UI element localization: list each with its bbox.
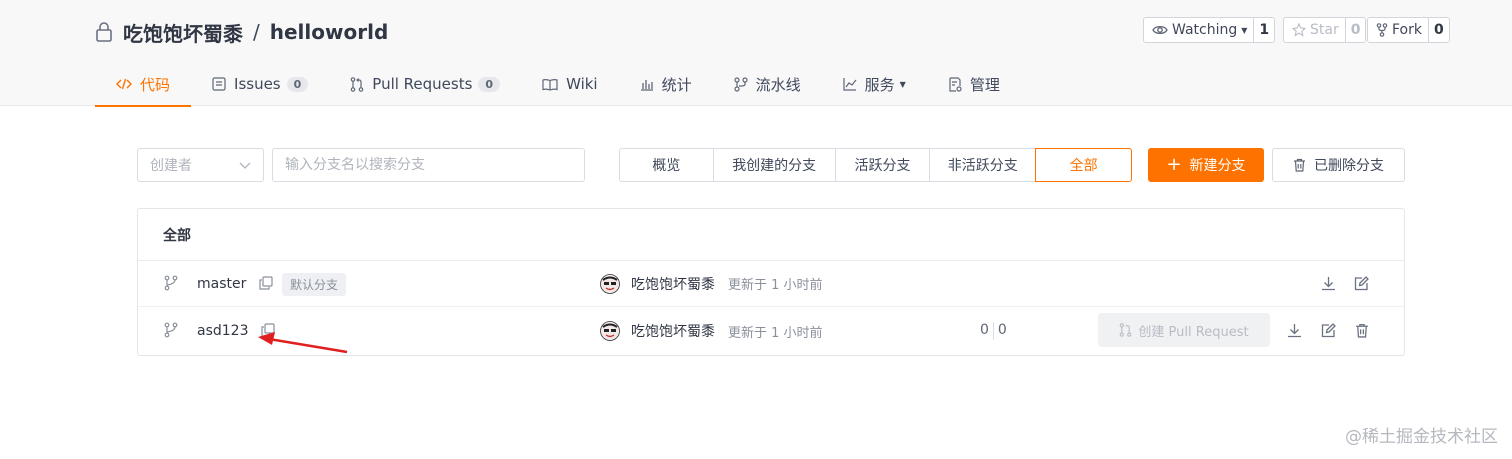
watch-count[interactable]: 1 <box>1253 18 1274 42</box>
pull-request-icon <box>1120 323 1132 337</box>
star-count[interactable]: 0 <box>1344 18 1366 42</box>
segment-overview[interactable]: 概览 <box>619 148 714 182</box>
updated-time: 更新于 1 小时前 <box>728 325 823 341</box>
repo-owner-link[interactable]: 吃饱饱坏蜀黍 <box>123 18 243 47</box>
ahead-count: 0 <box>997 322 1007 338</box>
branch-name-link[interactable]: master <box>197 276 246 292</box>
pull-request-icon <box>350 76 364 92</box>
avatar[interactable] <box>600 274 620 294</box>
deleted-branches-button[interactable]: 已删除分支 <box>1272 148 1405 182</box>
tab-manage[interactable]: 管理 <box>927 62 1021 106</box>
new-branch-label: 新建分支 <box>1189 158 1246 174</box>
branch-list-header: 全部 <box>138 209 1404 261</box>
issues-count-badge: 0 <box>286 76 309 92</box>
caret-down-icon: ▼ <box>1241 25 1248 35</box>
issues-icon <box>212 77 226 91</box>
fork-label: Fork <box>1392 22 1422 38</box>
watch-label: Watching <box>1172 22 1238 38</box>
segment-my-branches[interactable]: 我创建的分支 <box>712 148 836 182</box>
branch-view-segments: 概览 我创建的分支 活跃分支 非活跃分支 全部 <box>619 148 1132 182</box>
star-label: Star <box>1310 22 1339 38</box>
fork-count[interactable]: 0 <box>1427 18 1449 42</box>
tab-label: 统计 <box>661 75 692 94</box>
tab-label: 管理 <box>969 75 1000 94</box>
updated-time: 更新于 1 小时前 <box>728 278 823 293</box>
code-icon <box>116 78 132 90</box>
new-branch-button[interactable]: + 新建分支 <box>1148 148 1264 182</box>
tab-issues[interactable]: Issues 0 <box>191 62 329 106</box>
author-link[interactable]: 吃饱饱坏蜀黍 <box>631 274 715 294</box>
tab-label: 服务 <box>864 75 895 94</box>
create-pull-request-button[interactable]: 创建 Pull Request <box>1098 313 1270 347</box>
chevron-down-icon <box>239 162 251 169</box>
edit-icon[interactable] <box>1354 276 1369 291</box>
default-branch-tag: 默认分支 <box>282 273 347 296</box>
tab-wiki[interactable]: Wiki <box>521 62 619 106</box>
tab-code[interactable]: 代码 <box>95 62 192 107</box>
branch-icon <box>164 275 178 291</box>
segment-inactive[interactable]: 非活跃分支 <box>929 148 1037 182</box>
avatar[interactable] <box>600 321 620 341</box>
edit-icon[interactable] <box>1321 323 1336 338</box>
book-icon <box>542 78 558 91</box>
watermark: @稀土掘金技术社区 <box>1345 427 1498 447</box>
tab-statistics[interactable]: 统计 <box>619 62 713 106</box>
caret-down-icon: ▼ <box>899 79 906 89</box>
tab-label: 代码 <box>140 75 171 94</box>
settings-doc-icon <box>949 76 962 92</box>
repo-title: 吃饱饱坏蜀黍 / helloworld <box>95 17 388 47</box>
lock-icon <box>96 22 112 42</box>
repo-header: 吃饱饱坏蜀黍 / helloworld Watching ▼ 1 Star 0 <box>0 0 1512 107</box>
tab-label: Issues <box>234 75 281 93</box>
pipeline-icon <box>734 76 748 92</box>
create-pull-request-label: 创建 Pull Request <box>1138 324 1249 340</box>
star-icon <box>1292 23 1306 37</box>
creator-select-placeholder: 创建者 <box>150 158 192 174</box>
fork-button[interactable]: Fork 0 <box>1367 17 1450 43</box>
repo-separator: / <box>253 20 260 44</box>
tab-services[interactable]: 服务 ▼ <box>822 62 927 106</box>
eye-icon <box>1152 25 1168 35</box>
segment-all[interactable]: 全部 <box>1035 148 1132 182</box>
deleted-branches-label: 已删除分支 <box>1314 158 1384 174</box>
copy-icon[interactable] <box>259 276 273 290</box>
table-row: master 默认分支 吃饱饱坏蜀黍 更新于 1 小时前 <box>138 261 1404 307</box>
ahead-behind-counts: 0 0 <box>980 322 1007 340</box>
tab-pipeline[interactable]: 流水线 <box>713 62 822 106</box>
bar-chart-icon <box>640 80 653 91</box>
plus-icon: + <box>1166 154 1182 175</box>
branch-search-input[interactable] <box>272 148 585 182</box>
tab-label: 流水线 <box>755 75 801 94</box>
line-chart-icon <box>843 78 857 91</box>
segment-active[interactable]: 活跃分支 <box>834 148 931 182</box>
repo-name-link[interactable]: helloworld <box>270 20 389 44</box>
branch-filters: 创建者 概览 我创建的分支 活跃分支 非活跃分支 全部 + 新建分支 已删除分支 <box>0 148 1512 182</box>
behind-count: 0 <box>980 322 989 338</box>
creator-select[interactable]: 创建者 <box>137 148 264 182</box>
tab-label: Pull Requests <box>372 75 473 93</box>
watch-button[interactable]: Watching ▼ 1 <box>1143 17 1276 43</box>
fork-icon <box>1376 23 1388 37</box>
trash-icon[interactable] <box>1355 323 1369 338</box>
branch-icon <box>164 322 178 338</box>
branch-name-link[interactable]: asd123 <box>197 323 248 339</box>
tab-label: Wiki <box>566 75 598 93</box>
annotation-arrow <box>258 332 348 354</box>
author-link[interactable]: 吃饱饱坏蜀黍 <box>631 321 715 341</box>
download-icon[interactable] <box>1287 323 1302 338</box>
trash-icon <box>1294 158 1305 172</box>
star-button[interactable]: Star 0 <box>1283 17 1367 43</box>
download-icon[interactable] <box>1321 276 1336 291</box>
tab-pull-requests[interactable]: Pull Requests 0 <box>329 62 521 106</box>
pull-requests-count-badge: 0 <box>478 76 501 92</box>
repo-tabs: 代码 Issues 0 Pull Requests 0 Wiki 统计 流水线 … <box>95 62 1021 107</box>
